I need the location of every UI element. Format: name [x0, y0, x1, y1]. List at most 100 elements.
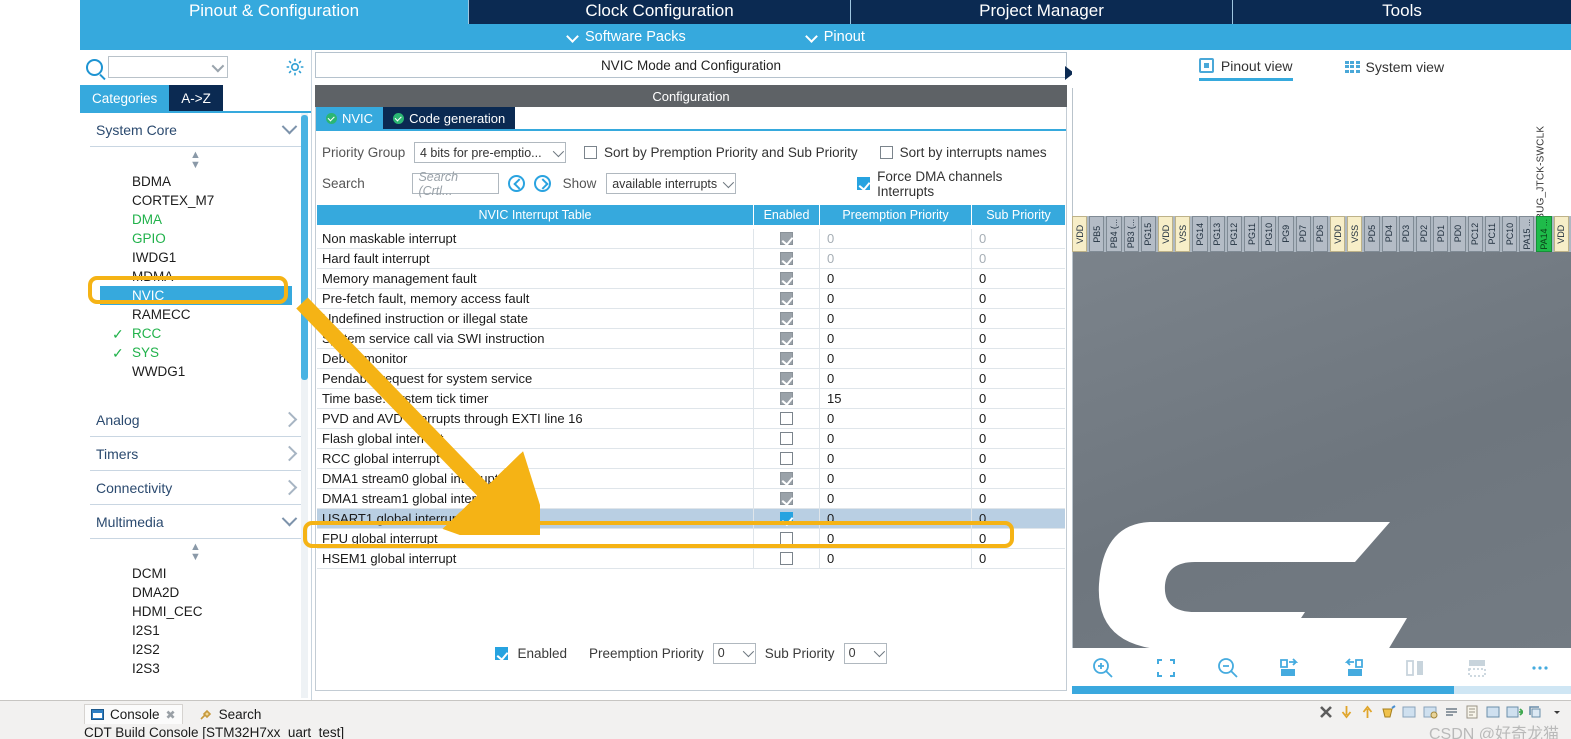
zoom-out-icon[interactable]: [1197, 656, 1259, 680]
enabled-cell[interactable]: [754, 549, 820, 568]
sub-priority-cell[interactable]: 0: [972, 429, 1065, 448]
table-row[interactable]: Undefined instruction or illegal state 0…: [317, 309, 1065, 329]
sub-priority-cell[interactable]: 0: [972, 309, 1065, 328]
sidebar-item-sys[interactable]: ✓ SYS: [90, 343, 301, 362]
group-header-timers[interactable]: Timers: [90, 437, 301, 471]
sidebar-item-hdmi-cec[interactable]: HDMI_CEC: [90, 602, 301, 621]
preemption-cell[interactable]: 0: [820, 509, 972, 528]
table-row[interactable]: FPU global interrupt 0 0: [317, 529, 1065, 549]
sub-priority-cell[interactable]: 0: [972, 269, 1065, 288]
group-header-multimedia[interactable]: Multimedia: [90, 505, 301, 539]
show-filter-select[interactable]: available interrupts: [606, 173, 737, 194]
pin-pg14[interactable]: PG14: [1192, 216, 1208, 252]
sidebar-item-nvic[interactable]: NVIC: [100, 286, 292, 305]
enabled-cell[interactable]: [754, 529, 820, 548]
sidebar-item-dma2d[interactable]: DMA2D: [90, 583, 301, 602]
preemption-cell[interactable]: 0: [820, 249, 972, 268]
preemption-cell[interactable]: 0: [820, 449, 972, 468]
scroll-up-icon[interactable]: [1359, 704, 1376, 720]
sub-priority-cell[interactable]: 0: [972, 409, 1065, 428]
sidebar-item-i2s1[interactable]: I2S1: [90, 621, 301, 640]
selected-preemption-select[interactable]: 0: [712, 642, 756, 664]
pin-pd4[interactable]: PD4: [1381, 216, 1397, 252]
previous-match-icon[interactable]: [507, 175, 525, 192]
pin-vss[interactable]: VSS: [1175, 216, 1191, 252]
preemption-cell[interactable]: 0: [820, 549, 972, 568]
enabled-cell[interactable]: [754, 509, 820, 528]
lock-console-icon[interactable]: [1422, 704, 1439, 720]
enabled-checkbox[interactable]: [780, 492, 793, 505]
table-row[interactable]: PVD and AVD interrupts through EXTI line…: [317, 409, 1065, 429]
pin-pb4[interactable]: PB4 (...: [1106, 216, 1122, 252]
gear-icon[interactable]: [285, 57, 305, 77]
pin-pg13[interactable]: PG13: [1209, 216, 1225, 252]
sidebar-scrollbar-thumb[interactable]: [301, 115, 308, 380]
enabled-checkbox[interactable]: [780, 272, 793, 285]
tab-search[interactable]: Search: [193, 705, 268, 724]
pin-pd0[interactable]: PD0: [1450, 216, 1466, 252]
sub-priority-cell[interactable]: 0: [972, 369, 1065, 388]
pin-vdd[interactable]: VDD: [1072, 216, 1088, 252]
interrupt-search-input[interactable]: Search (Crtl...: [412, 170, 500, 198]
tab-clock-configuration[interactable]: Clock Configuration: [468, 0, 850, 24]
pin-pc11[interactable]: PC11: [1484, 216, 1501, 252]
enabled-cell[interactable]: [754, 489, 820, 508]
enabled-cell[interactable]: [754, 229, 820, 248]
table-row[interactable]: DMA1 stream1 global interrupt 0 0: [317, 489, 1065, 509]
menu-software-packs[interactable]: Software Packs: [567, 29, 686, 45]
table-row[interactable]: USART1 global interrupt 0 0: [317, 509, 1065, 529]
sidebar-item-mdma[interactable]: MDMA: [90, 267, 301, 286]
more-options-icon[interactable]: [1509, 659, 1571, 677]
table-row[interactable]: Hard fault interrupt 0 0: [317, 249, 1065, 269]
pin-vdd-4[interactable]: VDD: [1553, 216, 1569, 252]
table-row[interactable]: Pendable request for system service 0 0: [317, 369, 1065, 389]
search-input[interactable]: [108, 56, 228, 78]
zoom-in-icon[interactable]: [1072, 656, 1134, 680]
preemption-cell[interactable]: 0: [820, 349, 972, 368]
preemption-cell[interactable]: 0: [820, 229, 972, 248]
scroll-up-down-handle[interactable]: ▲ ▼: [90, 539, 301, 564]
scroll-down-icon[interactable]: [1338, 704, 1355, 720]
sort-premption-checkbox[interactable]: [584, 146, 597, 159]
flip-vertical-icon[interactable]: [1446, 657, 1508, 679]
tab-system-view[interactable]: System view: [1344, 59, 1444, 79]
sidebar-item-i2s2[interactable]: I2S2: [90, 640, 301, 659]
preemption-cell[interactable]: 0: [820, 469, 972, 488]
table-row[interactable]: Non maskable interrupt 0 0: [317, 229, 1065, 249]
pin-pd5[interactable]: PD5: [1364, 216, 1380, 252]
pin-pa14[interactable]: PA14 ...: [1536, 216, 1552, 252]
preemption-cell[interactable]: 0: [820, 489, 972, 508]
rotate-right-icon[interactable]: [1259, 657, 1321, 679]
enabled-checkbox[interactable]: [780, 532, 793, 545]
column-header-enabled[interactable]: Enabled: [754, 205, 820, 225]
sub-priority-cell[interactable]: 0: [972, 349, 1065, 368]
priority-group-select[interactable]: 4 bits for pre-emptio...: [414, 142, 566, 163]
pin-pd3[interactable]: PD3: [1398, 216, 1415, 252]
fit-to-screen-icon[interactable]: [1134, 656, 1196, 680]
tab-console[interactable]: Console ✖: [84, 704, 183, 724]
tab-a-to-z[interactable]: A->Z: [169, 85, 223, 111]
table-row[interactable]: DMA1 stream0 global interrupt 0 0: [317, 469, 1065, 489]
next-match-icon[interactable]: [533, 175, 551, 192]
chip-package-view[interactable]: [1072, 252, 1571, 648]
pin-pg12[interactable]: PG12: [1226, 216, 1243, 252]
enabled-cell[interactable]: [754, 369, 820, 388]
enabled-checkbox[interactable]: [780, 312, 793, 325]
pin-pd6[interactable]: PD6: [1312, 216, 1329, 252]
flip-horizontal-icon[interactable]: [1384, 657, 1446, 679]
word-wrap-icon[interactable]: [1443, 704, 1460, 720]
pin-pg11[interactable]: PG11: [1244, 216, 1260, 252]
preemption-cell[interactable]: 0: [820, 429, 972, 448]
sub-priority-cell[interactable]: 0: [972, 549, 1065, 568]
tab-pinout-configuration[interactable]: Pinout & Configuration: [80, 0, 468, 24]
enabled-checkbox[interactable]: [780, 372, 793, 385]
enabled-checkbox[interactable]: [780, 552, 793, 565]
pin-pg9[interactable]: PG9: [1278, 216, 1294, 252]
preemption-cell[interactable]: 0: [820, 409, 972, 428]
enabled-checkbox[interactable]: [780, 452, 793, 465]
enabled-checkbox[interactable]: [780, 512, 793, 525]
clear-console-icon[interactable]: [1380, 704, 1397, 720]
preemption-cell[interactable]: 0: [820, 269, 972, 288]
enabled-checkbox[interactable]: [780, 412, 793, 425]
preemption-cell[interactable]: 0: [820, 369, 972, 388]
